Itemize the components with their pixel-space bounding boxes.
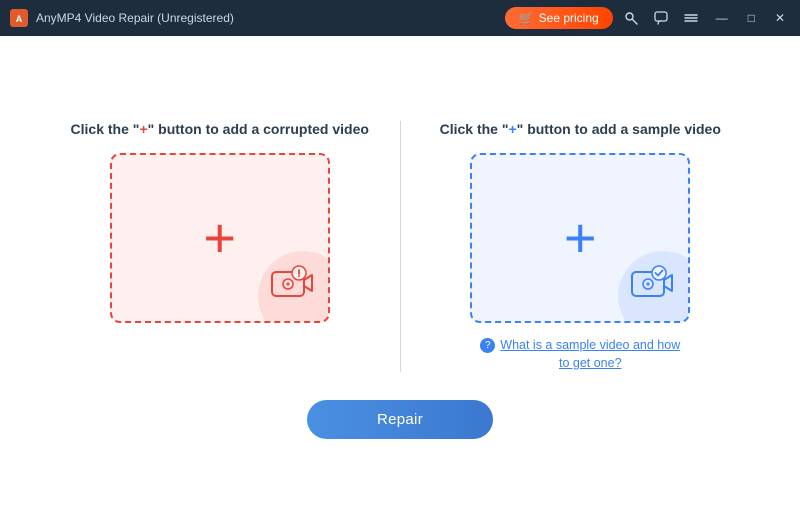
close-button[interactable]: ✕ bbox=[768, 9, 792, 27]
maximize-button[interactable]: □ bbox=[741, 9, 762, 27]
left-plus-symbol: + bbox=[139, 121, 147, 137]
app-icon: A bbox=[10, 9, 28, 27]
titlebar: A AnyMP4 Video Repair (Unregistered) 🛒 S… bbox=[0, 0, 800, 36]
titlebar-title: AnyMP4 Video Repair (Unregistered) bbox=[36, 11, 234, 25]
titlebar-left: A AnyMP4 Video Repair (Unregistered) bbox=[10, 9, 234, 27]
main-content: Click the "+" button to add a corrupted … bbox=[0, 36, 800, 524]
left-panel: Click the "+" button to add a corrupted … bbox=[40, 121, 400, 323]
pricing-label: See pricing bbox=[539, 11, 599, 25]
plus-icon-blue: + bbox=[564, 210, 597, 266]
pricing-button[interactable]: 🛒 See pricing bbox=[505, 7, 613, 29]
menu-icon-button[interactable] bbox=[679, 9, 703, 27]
repair-btn-wrapper: Repair bbox=[307, 400, 493, 439]
help-icon: ? bbox=[480, 338, 495, 353]
panels-container: Click the "+" button to add a corrupted … bbox=[40, 121, 760, 372]
right-panel: Click the "+" button to add a sample vid… bbox=[401, 121, 761, 372]
cart-icon: 🛒 bbox=[519, 11, 534, 25]
add-corrupted-video-box[interactable]: + bbox=[110, 153, 330, 323]
titlebar-right: 🛒 See pricing — □ ✕ bbox=[505, 7, 792, 29]
help-link-text: What is a sample video and how to get on… bbox=[500, 337, 680, 372]
minimize-button[interactable]: — bbox=[709, 9, 735, 27]
plus-icon-red: + bbox=[203, 210, 236, 266]
sample-video-help-link[interactable]: ? What is a sample video and how to get … bbox=[480, 337, 680, 372]
right-panel-label: Click the "+" button to add a sample vid… bbox=[440, 121, 721, 137]
svg-text:A: A bbox=[16, 14, 23, 24]
right-plus-symbol: + bbox=[508, 121, 516, 137]
key-icon-button[interactable] bbox=[619, 9, 643, 27]
repair-button[interactable]: Repair bbox=[307, 400, 493, 439]
left-panel-label: Click the "+" button to add a corrupted … bbox=[71, 121, 369, 137]
camera-icon-corrupted bbox=[270, 264, 314, 307]
camera-icon-sample bbox=[630, 264, 674, 307]
chat-icon-button[interactable] bbox=[649, 9, 673, 27]
add-sample-video-box[interactable]: + bbox=[470, 153, 690, 323]
